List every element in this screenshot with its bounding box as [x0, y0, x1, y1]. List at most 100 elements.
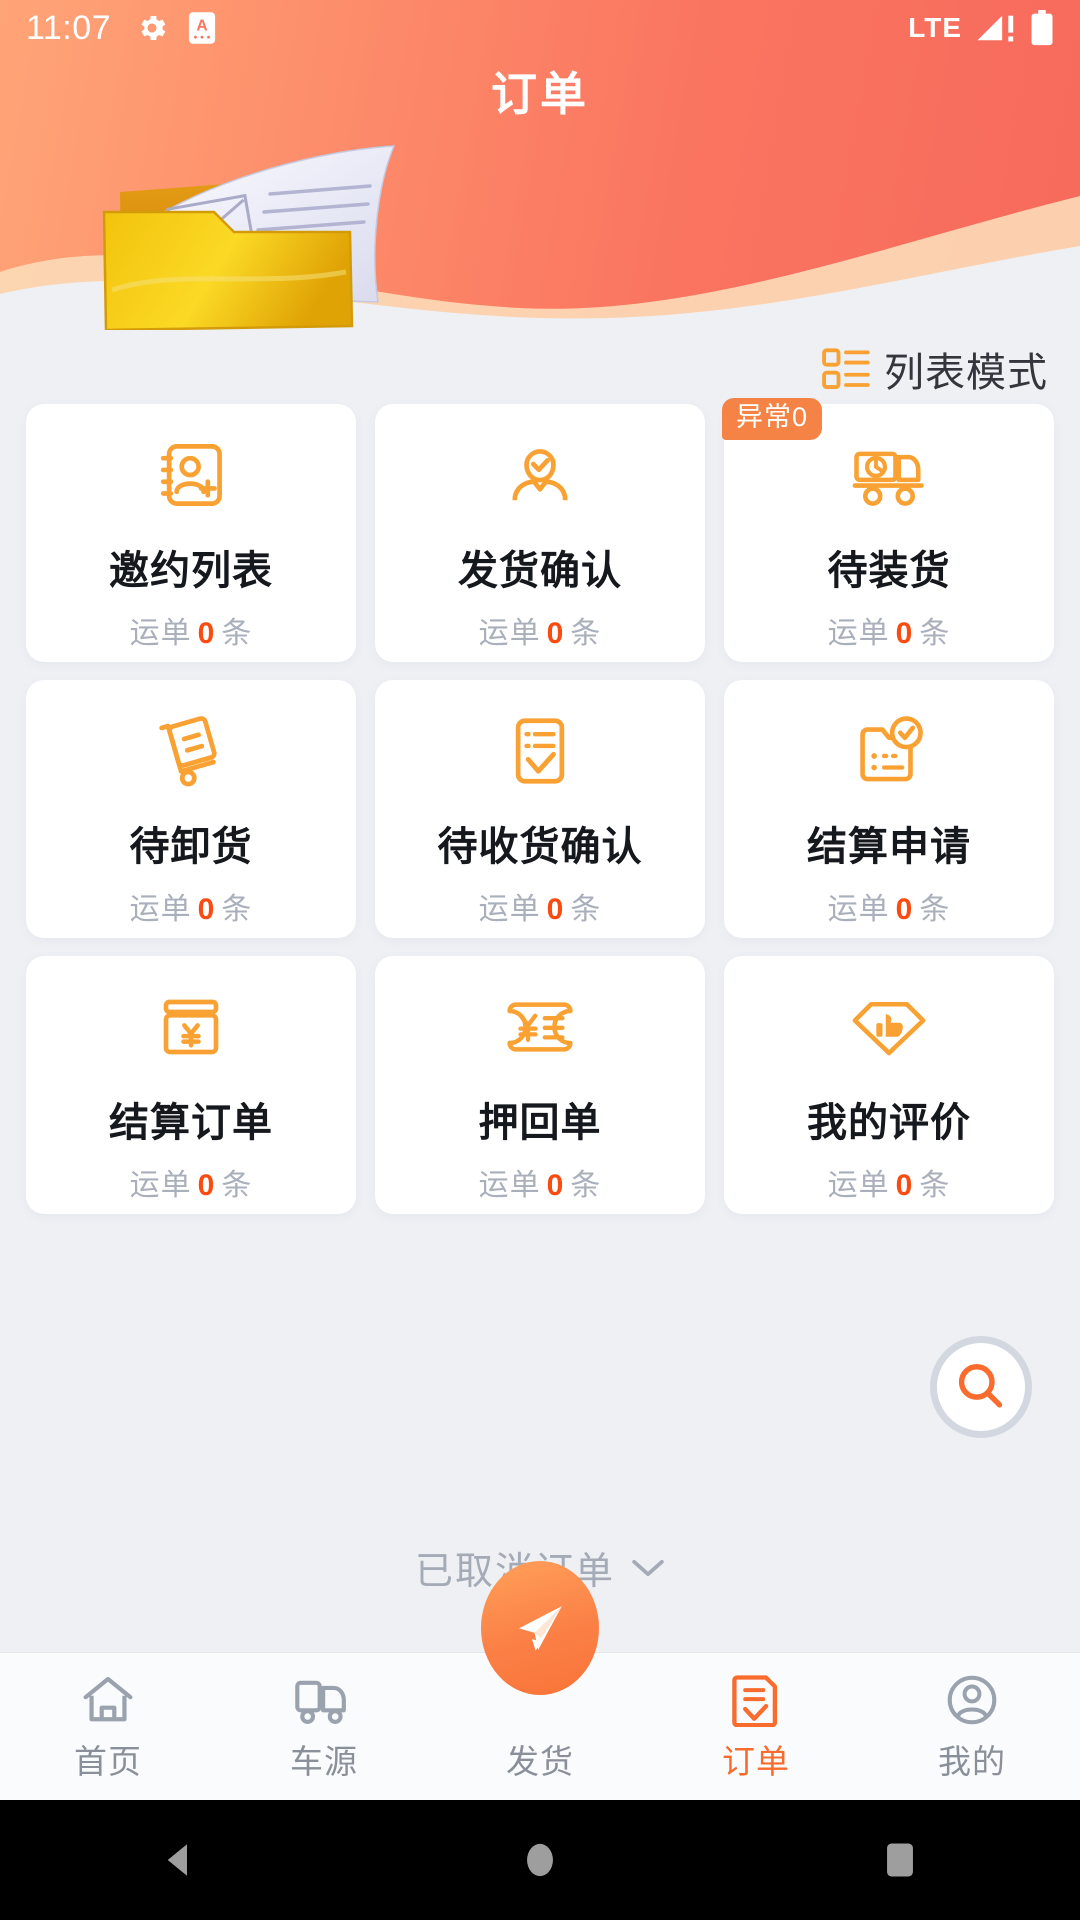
- truck-clock-icon: [850, 438, 928, 512]
- card-subtitle: 运单 0 条: [130, 884, 253, 928]
- card-title: 待装货: [827, 549, 951, 593]
- app-screen: 11:07 A LTE 订单 列表模式 邀约列表 运单 0 条 发货确认 运单 …: [0, 0, 1080, 1920]
- card-shipment-confirm[interactable]: 发货确认 运单 0 条: [375, 404, 705, 662]
- card-count: 0: [197, 1169, 216, 1202]
- card-count: 0: [197, 893, 216, 926]
- card-subtitle: 运单 0 条: [828, 1160, 951, 1204]
- battery-icon: [1031, 10, 1053, 46]
- card-sub-suffix: 条: [221, 893, 253, 926]
- card-sub-prefix: 运单: [827, 617, 890, 650]
- card-count: 0: [546, 893, 565, 926]
- card-pending-receipt-confirm[interactable]: 待收货确认 运单 0 条: [375, 680, 705, 938]
- card-title: 发货确认: [458, 549, 622, 593]
- card-sub-suffix: 条: [570, 893, 602, 926]
- card-sub-suffix: 条: [570, 1169, 602, 1202]
- contact-book-add-icon: [154, 438, 228, 512]
- search-button[interactable]: [930, 1336, 1032, 1438]
- yuan-card-icon: [154, 990, 228, 1064]
- card-pending-unloading[interactable]: 待卸货 运单 0 条: [26, 680, 356, 938]
- card-subtitle: 运单 0 条: [479, 608, 602, 652]
- truck-icon: [293, 1669, 355, 1727]
- card-title: 邀约列表: [109, 549, 273, 593]
- card-sub-prefix: 运单: [129, 1169, 192, 1202]
- yuan-ticket-icon: [500, 990, 580, 1064]
- card-sub-suffix: 条: [919, 1169, 951, 1202]
- card-count: 0: [197, 617, 216, 650]
- order-doc-icon: [730, 1669, 782, 1727]
- tab-label: 订单: [722, 1743, 790, 1780]
- card-count: 0: [546, 617, 565, 650]
- app-badge-icon: A: [188, 12, 216, 44]
- search-icon: [958, 1364, 1003, 1408]
- page-header: 11:07 A LTE 订单: [0, 0, 1080, 330]
- card-count: 0: [895, 617, 914, 650]
- card-title: 押回单: [478, 1101, 602, 1145]
- tab-label: 车源: [290, 1743, 358, 1780]
- status-time: 11:07: [26, 8, 112, 47]
- bottom-tab-bar: 首页 车源 发货 订单 我的: [0, 1561, 1080, 1800]
- card-sub-prefix: 运单: [478, 893, 541, 926]
- card-count: 0: [546, 1169, 565, 1202]
- card-count: 0: [895, 893, 914, 926]
- tab-label: 发货: [506, 1743, 574, 1780]
- tab-ship[interactable]: 发货: [432, 1561, 648, 1783]
- signal-icon: [977, 15, 1014, 42]
- card-title: 我的评价: [807, 1101, 971, 1145]
- card-settlement-request[interactable]: 结算申请 运单 0 条: [724, 680, 1054, 938]
- card-sub-prefix: 运单: [129, 617, 192, 650]
- folder-document-illustration: [102, 145, 396, 330]
- card-subtitle: 运单 0 条: [130, 608, 253, 652]
- list-mode-icon: [822, 348, 870, 390]
- card-subtitle: 运单 0 条: [828, 608, 951, 652]
- android-home-button[interactable]: [460, 1800, 620, 1920]
- card-return-receipt[interactable]: 押回单 运单 0 条: [375, 956, 705, 1214]
- card-sub-prefix: 运单: [827, 893, 890, 926]
- tab-orders[interactable]: 订单: [648, 1653, 864, 1783]
- card-sub-suffix: 条: [919, 617, 951, 650]
- card-sub-prefix: 运单: [478, 1169, 541, 1202]
- card-title: 结算申请: [807, 825, 971, 869]
- invoice-check-icon: [851, 714, 927, 788]
- checklist-icon: [503, 714, 577, 788]
- card-subtitle: 运单 0 条: [479, 884, 602, 928]
- tab-mine[interactable]: 我的: [864, 1653, 1080, 1783]
- hand-truck-icon: [154, 714, 228, 788]
- card-sub-suffix: 条: [221, 617, 253, 650]
- home-circle-icon: [527, 1843, 553, 1877]
- person-check-icon: [503, 438, 577, 512]
- list-mode-toggle[interactable]: 列表模式: [822, 340, 1048, 398]
- android-back-button[interactable]: [100, 1800, 260, 1920]
- card-title: 结算订单: [109, 1101, 273, 1145]
- order-status-grid: 邀约列表 运单 0 条 发货确认 运单 0 条 异常0 待装货 运单 0 条 待…: [26, 398, 1054, 1214]
- card-sub-prefix: 运单: [129, 893, 192, 926]
- card-count: 0: [895, 1169, 914, 1202]
- diamond-thumbsup-icon: [850, 990, 928, 1064]
- card-sub-prefix: 运单: [827, 1169, 890, 1202]
- card-sub-suffix: 条: [919, 893, 951, 926]
- chevron-down-icon: [632, 1559, 664, 1576]
- status-badge: 异常0: [722, 398, 823, 440]
- tab-vehicles[interactable]: 车源: [216, 1653, 432, 1783]
- card-settlement-order[interactable]: 结算订单 运单 0 条: [26, 956, 356, 1214]
- back-triangle-icon: [167, 1844, 187, 1876]
- tab-home[interactable]: 首页: [0, 1653, 216, 1783]
- android-recents-button[interactable]: [820, 1800, 980, 1920]
- home-icon: [80, 1669, 136, 1727]
- card-sub-prefix: 运单: [478, 617, 541, 650]
- card-pending-loading[interactable]: 异常0 待装货 运单 0 条: [722, 398, 1054, 662]
- svg-text:A: A: [196, 18, 207, 35]
- tab-label: 我的: [938, 1743, 1006, 1780]
- status-network-type: LTE: [908, 12, 962, 43]
- card-subtitle: 运单 0 条: [130, 1160, 253, 1204]
- gear-icon: [141, 15, 166, 41]
- card-sub-suffix: 条: [570, 617, 602, 650]
- card-invitation-list[interactable]: 邀约列表 运单 0 条: [26, 404, 356, 662]
- card-subtitle: 运单 0 条: [479, 1160, 602, 1204]
- send-icon[interactable]: [481, 1561, 599, 1695]
- card-title: 待卸货: [129, 825, 253, 869]
- status-bar: 11:07 A LTE: [0, 0, 1080, 56]
- page-title: 订单: [491, 68, 589, 120]
- user-icon: [944, 1669, 1000, 1727]
- card-my-reviews[interactable]: 我的评价 运单 0 条: [724, 956, 1054, 1214]
- card-sub-suffix: 条: [221, 1169, 253, 1202]
